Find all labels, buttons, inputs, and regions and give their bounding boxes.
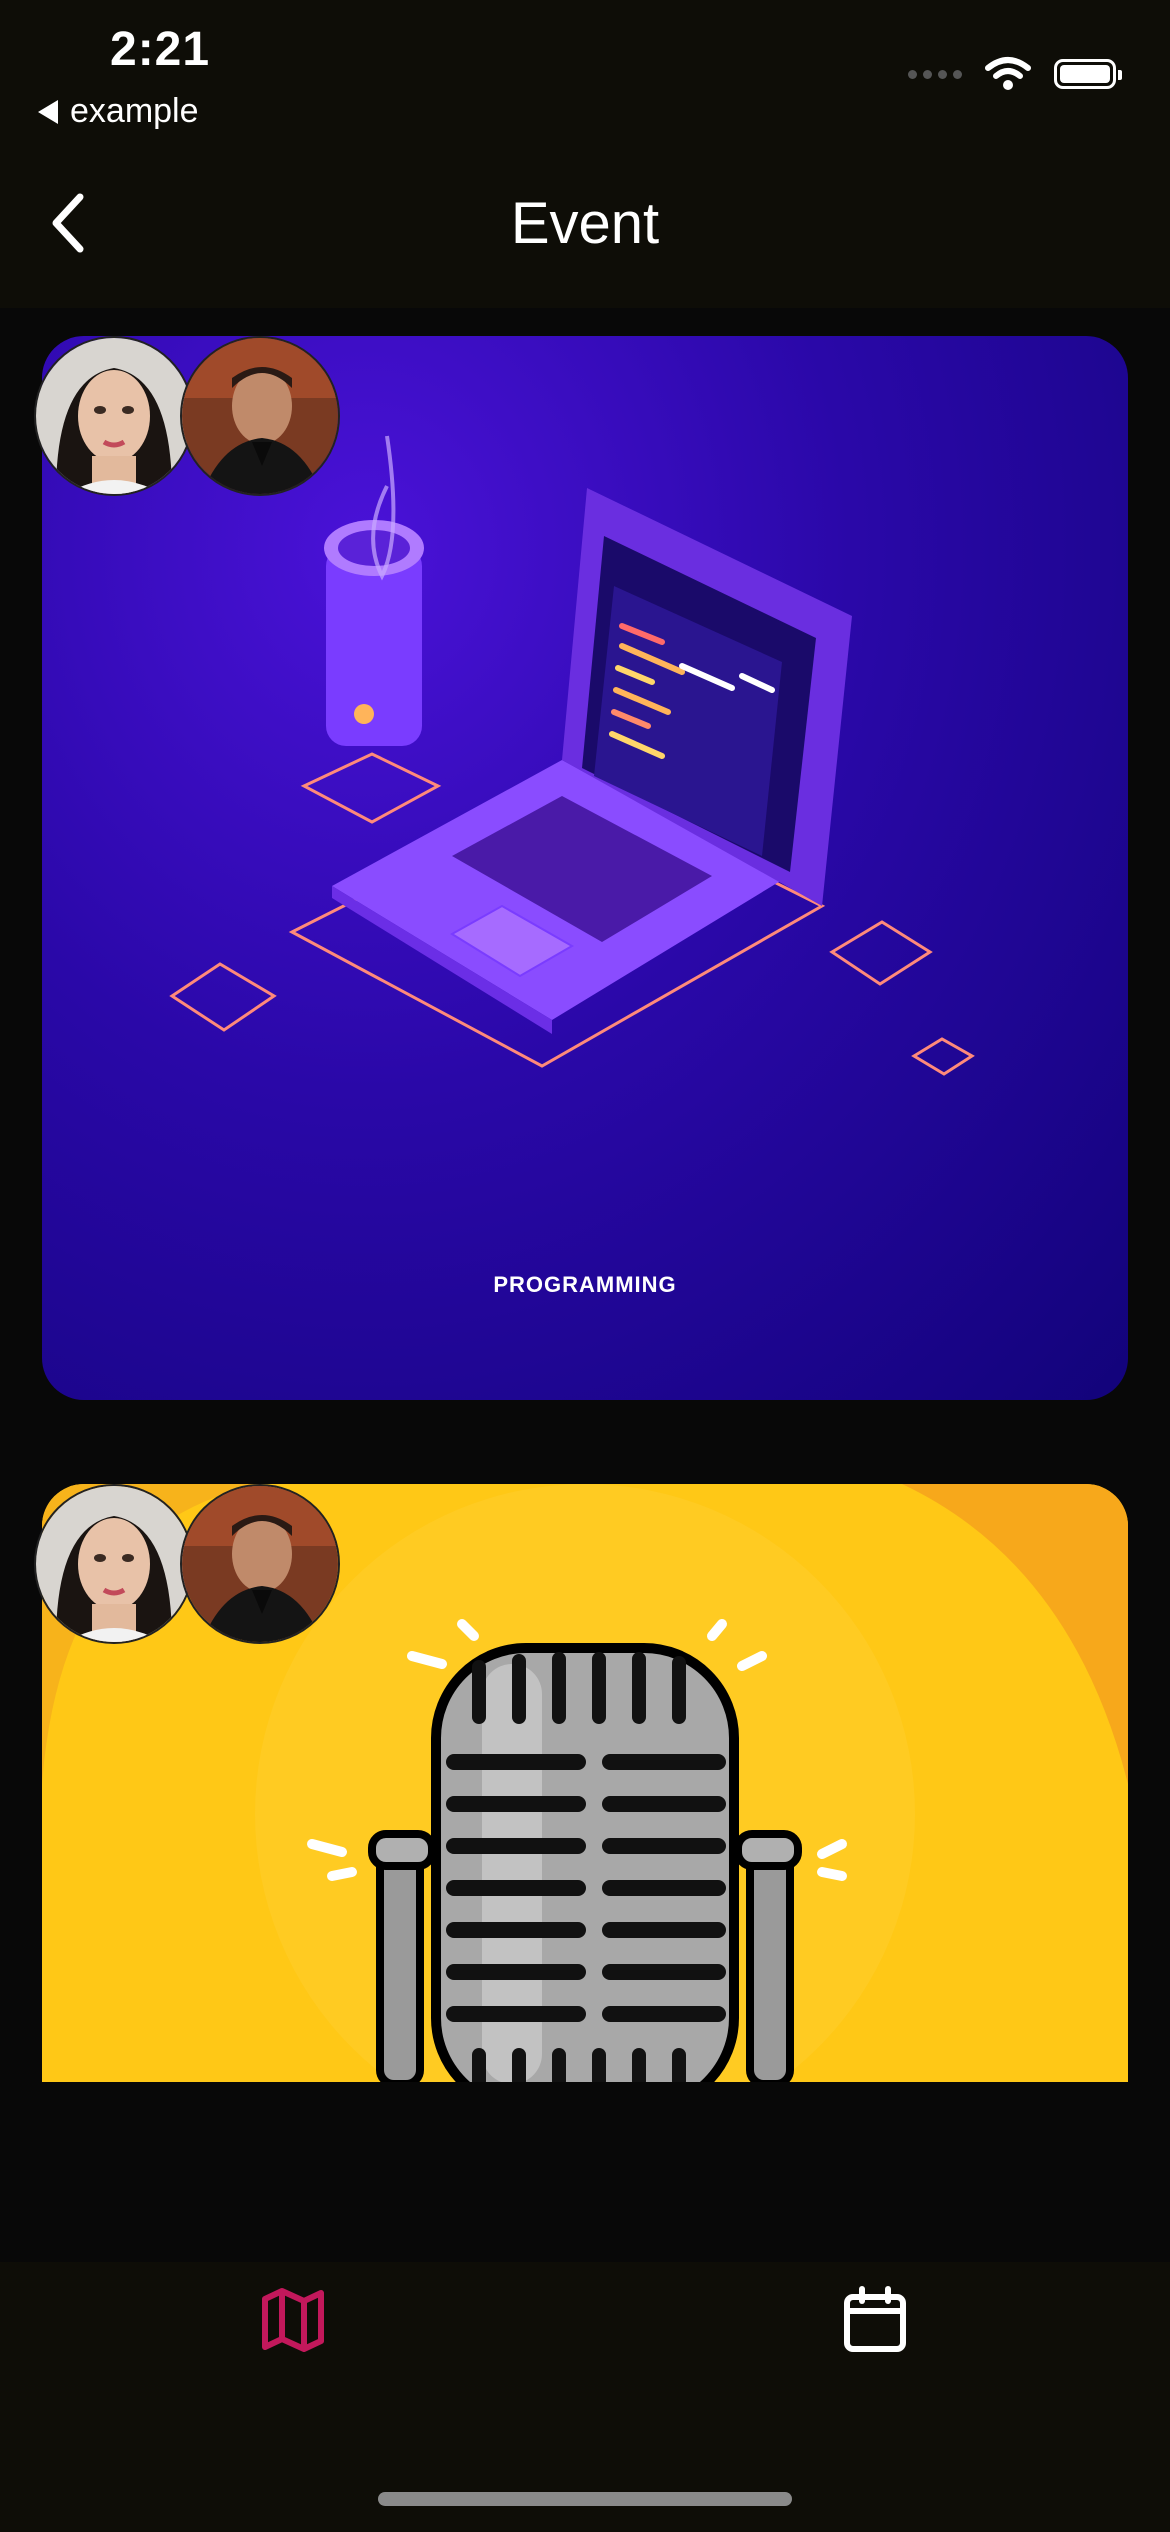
cellular-signal-icon [908, 69, 962, 79]
avatar [180, 1484, 340, 1644]
map-icon [262, 2288, 324, 2352]
event-caption: PROGRAMMING [493, 1272, 677, 1297]
back-triangle-icon [38, 99, 58, 124]
attendee-avatars [34, 1484, 354, 1644]
status-indicators [908, 56, 1122, 92]
back-app-label: example [70, 92, 199, 130]
page-title: Event [510, 191, 660, 256]
home-indicator[interactable] [378, 2492, 792, 2506]
attendee-avatars [34, 336, 354, 496]
calendar-icon [844, 2286, 906, 2352]
status-time: 2:21 [110, 23, 211, 76]
avatar [34, 336, 194, 496]
wifi-icon [985, 57, 1031, 90]
battery-icon [1054, 59, 1122, 89]
back-to-app-link[interactable]: example [38, 92, 199, 131]
tab-map[interactable] [260, 2285, 326, 2360]
avatar [34, 1484, 194, 1644]
avatar [180, 336, 340, 496]
tab-calendar[interactable] [842, 2285, 908, 2360]
